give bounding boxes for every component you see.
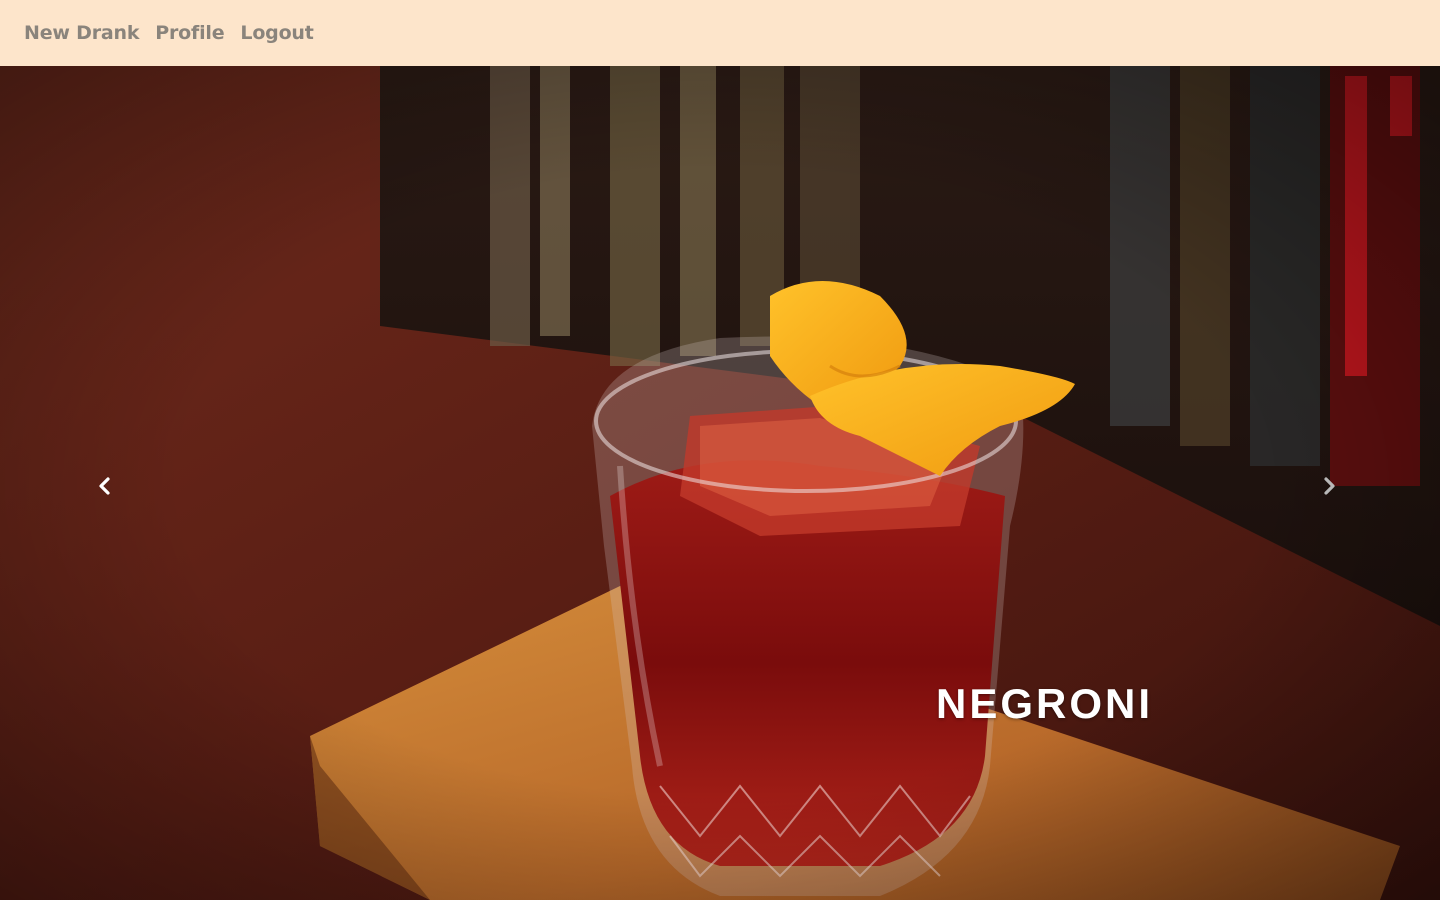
nav-new-drank-link[interactable]: New Drank (24, 22, 139, 44)
negroni-cocktail-photo (0, 66, 1440, 900)
chevron-left-icon (99, 477, 110, 495)
nav-profile-link[interactable]: Profile (155, 22, 224, 44)
carousel-prev-button[interactable] (85, 466, 125, 506)
drink-carousel: NEGRONI (0, 66, 1440, 900)
chevron-right-icon (1324, 477, 1335, 495)
slide-caption: NEGRONI (936, 680, 1154, 727)
nav-logout-link[interactable]: Logout (240, 22, 313, 44)
carousel-next-button[interactable] (1309, 466, 1349, 506)
top-navbar: New Drank Profile Logout (0, 0, 1440, 66)
